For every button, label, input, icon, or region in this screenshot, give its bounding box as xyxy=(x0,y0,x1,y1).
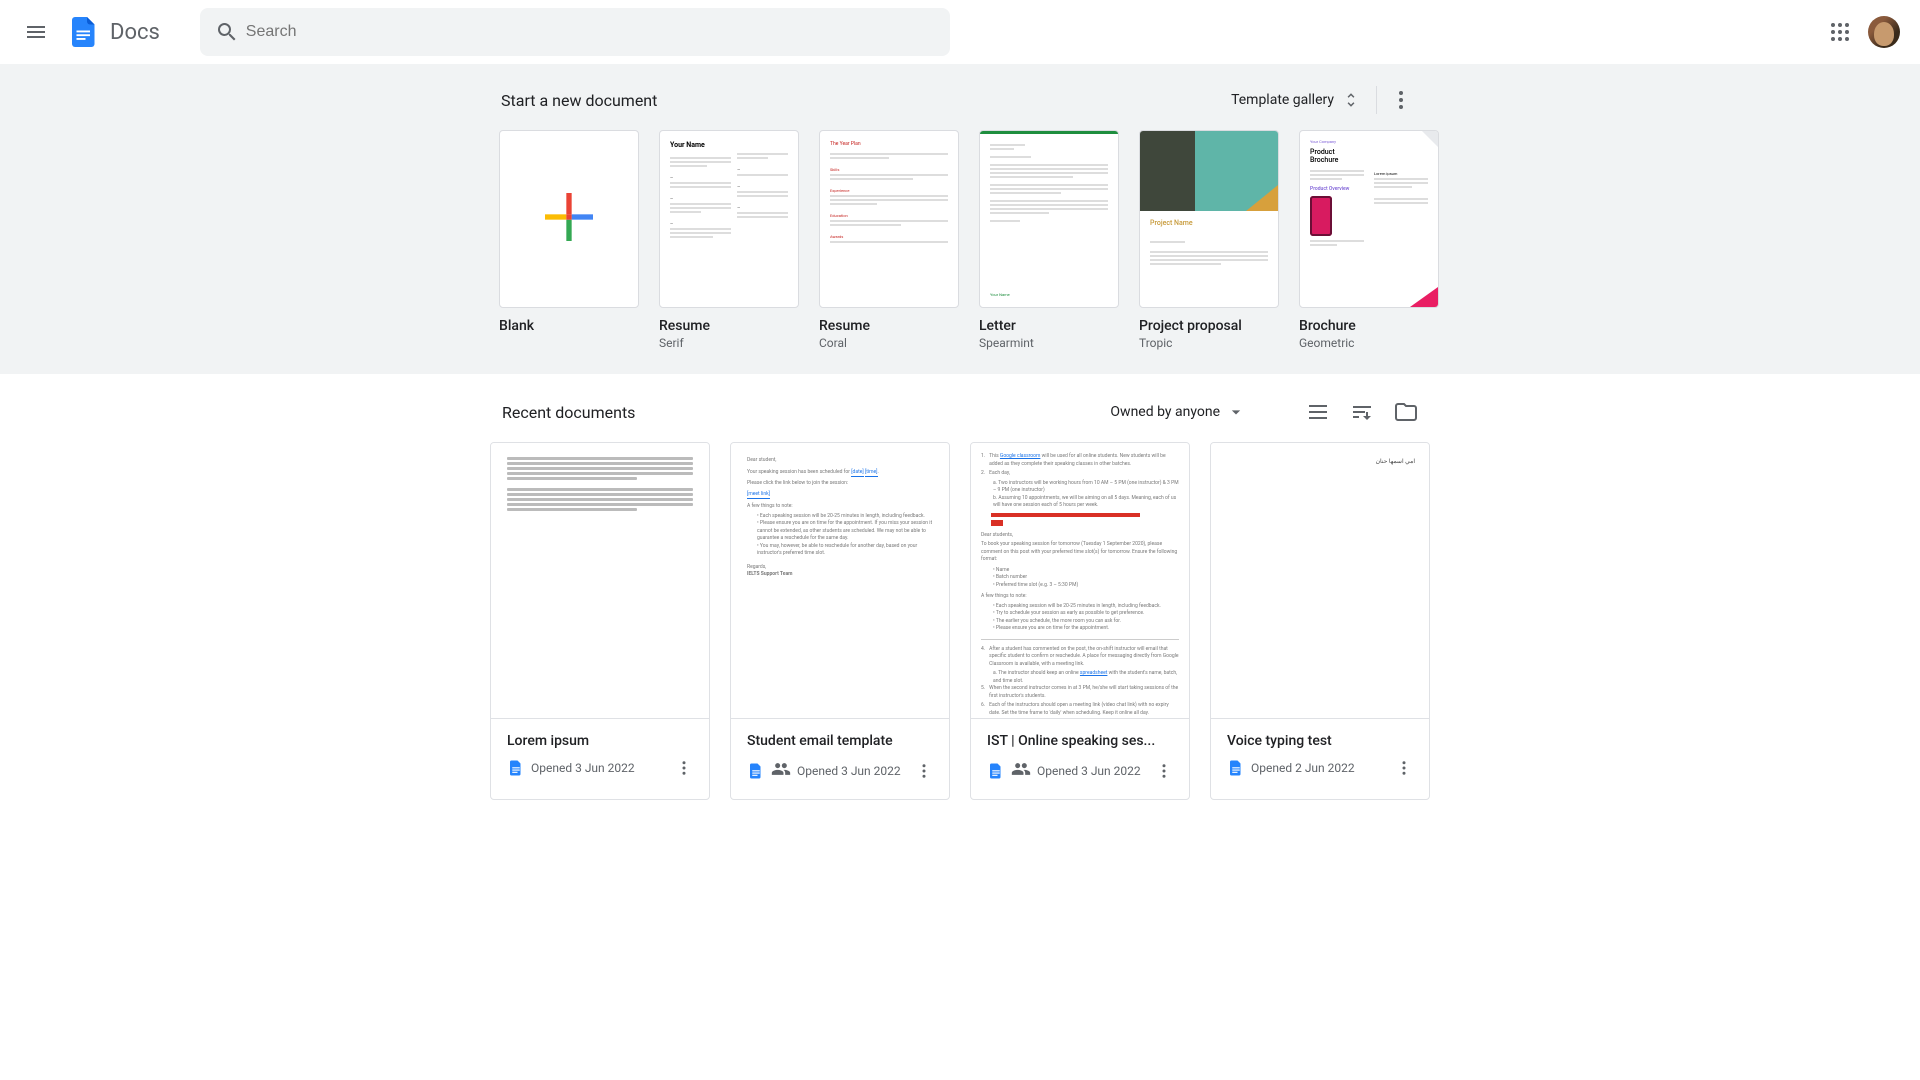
google-apps-button[interactable] xyxy=(1820,12,1860,52)
list-icon xyxy=(1306,400,1330,424)
template-project-proposal[interactable]: Project Name Project proposal Tropic xyxy=(1139,130,1279,350)
recent-heading: Recent documents xyxy=(502,403,635,422)
doc-more-button[interactable] xyxy=(1155,762,1173,780)
doc-more-button[interactable] xyxy=(1395,759,1413,777)
docs-file-icon xyxy=(747,762,765,780)
docs-file-icon xyxy=(507,759,525,777)
template-section: Start a new document Template gallery xyxy=(0,64,1920,374)
docs-file-icon xyxy=(987,762,1005,780)
app-logo[interactable]: Docs xyxy=(64,12,160,52)
template-resume-serif[interactable]: Your Name — — — — — — Resume Se xyxy=(659,130,799,350)
list-view-button[interactable] xyxy=(1306,400,1330,424)
search-input[interactable] xyxy=(246,23,942,41)
apps-grid-icon xyxy=(1828,20,1852,44)
doc-title: Voice typing test xyxy=(1227,733,1413,749)
template-row: Blank Your Name — — — — — xyxy=(495,130,1425,350)
doc-card[interactable]: 1.This Google classroom will be used for… xyxy=(970,442,1190,800)
unfold-icon xyxy=(1342,91,1360,109)
doc-thumbnail: Dear student, Your speaking session has … xyxy=(731,443,949,719)
doc-title: IST | Online speaking ses... xyxy=(987,733,1173,749)
docs-file-icon xyxy=(1227,759,1245,777)
search-icon[interactable] xyxy=(208,12,246,52)
template-title: Resume xyxy=(659,318,799,334)
more-vert-icon xyxy=(1155,762,1173,780)
more-vert-icon xyxy=(1389,88,1413,112)
doc-date: Opened 3 Jun 2022 xyxy=(797,764,909,778)
folder-icon xyxy=(1394,400,1418,424)
plus-icon xyxy=(545,193,593,245)
sort-button[interactable] xyxy=(1350,400,1374,424)
doc-thumbnail xyxy=(491,443,709,719)
shared-icon xyxy=(1011,759,1031,783)
doc-more-button[interactable] xyxy=(675,759,693,777)
template-title: Resume xyxy=(819,318,959,334)
template-subtitle: Geometric xyxy=(1299,336,1439,350)
template-letter-spearmint[interactable]: Your Name Letter Spearmint xyxy=(979,130,1119,350)
recent-grid: Lorem ipsum Opened 3 Jun 2022 Dear xyxy=(490,442,1430,800)
docs-logo-icon xyxy=(64,12,104,52)
more-vert-icon xyxy=(1395,759,1413,777)
template-subtitle: Tropic xyxy=(1139,336,1279,350)
template-title: Blank xyxy=(499,318,639,334)
template-subtitle: Coral xyxy=(819,336,959,350)
template-brochure[interactable]: Your Company Product Brochure Product Ov… xyxy=(1299,130,1439,350)
doc-date: Opened 3 Jun 2022 xyxy=(531,761,669,775)
open-file-picker-button[interactable] xyxy=(1394,400,1418,424)
dropdown-icon xyxy=(1226,402,1246,422)
doc-thumbnail: 1.This Google classroom will be used for… xyxy=(971,443,1189,719)
template-title: Brochure xyxy=(1299,318,1439,334)
template-title: Project proposal xyxy=(1139,318,1279,334)
owner-filter-label: Owned by anyone xyxy=(1110,404,1220,420)
sort-az-icon xyxy=(1350,400,1374,424)
doc-title: Lorem ipsum xyxy=(507,733,693,749)
owner-filter-dropdown[interactable]: Owned by anyone xyxy=(1110,402,1246,422)
recent-section: Recent documents Owned by anyone xyxy=(0,374,1920,840)
more-vert-icon xyxy=(915,762,933,780)
template-gallery-button[interactable]: Template gallery xyxy=(1221,85,1370,115)
doc-date: Opened 2 Jun 2022 xyxy=(1251,761,1389,775)
template-resume-coral[interactable]: The Year Plan Skills Experience Educatio… xyxy=(819,130,959,350)
template-gallery-label: Template gallery xyxy=(1231,92,1334,108)
more-vert-icon xyxy=(675,759,693,777)
hamburger-icon xyxy=(24,20,48,44)
app-name: Docs xyxy=(110,20,160,45)
doc-card[interactable]: Lorem ipsum Opened 3 Jun 2022 xyxy=(490,442,710,800)
template-heading: Start a new document xyxy=(501,91,657,110)
template-title: Letter xyxy=(979,318,1119,334)
search-bar[interactable] xyxy=(200,8,950,56)
template-blank[interactable]: Blank xyxy=(499,130,639,350)
shared-icon xyxy=(771,759,791,783)
doc-date: Opened 3 Jun 2022 xyxy=(1037,764,1149,778)
main-menu-button[interactable] xyxy=(12,8,60,56)
doc-card[interactable]: Dear student, Your speaking session has … xyxy=(730,442,950,800)
account-avatar[interactable] xyxy=(1868,16,1900,48)
doc-title: Student email template xyxy=(747,733,933,749)
doc-card[interactable]: امي اسمها حنان Voice typing test Opened … xyxy=(1210,442,1430,800)
doc-more-button[interactable] xyxy=(915,762,933,780)
template-subtitle: Spearmint xyxy=(979,336,1119,350)
template-subtitle: Serif xyxy=(659,336,799,350)
doc-thumbnail: امي اسمها حنان xyxy=(1211,443,1429,719)
template-more-button[interactable] xyxy=(1383,82,1419,118)
app-header: Docs xyxy=(0,0,1920,64)
